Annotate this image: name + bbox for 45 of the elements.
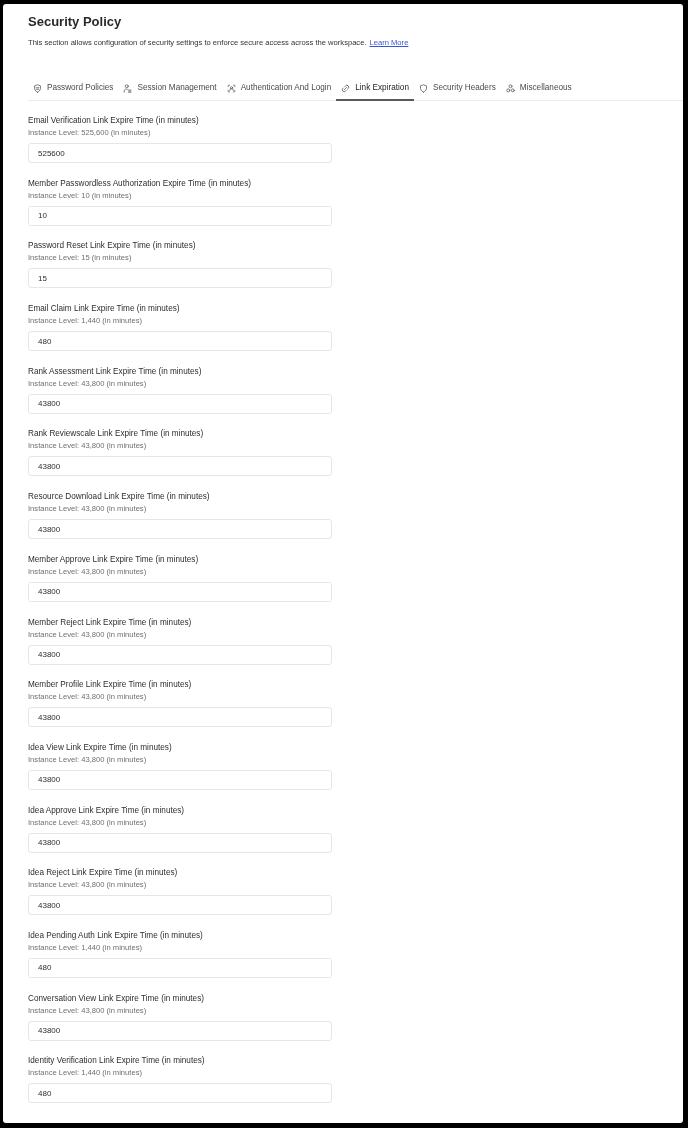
minutes-input[interactable]: 43800: [28, 456, 332, 477]
minutes-input[interactable]: 43800: [28, 769, 332, 790]
field-label: Password Reset Link Expire Time (in minutes): [28, 240, 197, 253]
field-label: Member Passwordless Authorization Expire Time (in minutes): [28, 177, 252, 190]
minutes-input[interactable]: 43800: [28, 707, 332, 728]
field-label: Email Claim Link Expire Time (in minutes): [28, 303, 181, 316]
field-label: Identity Verification Link Expire Time (in minutes): [28, 1055, 206, 1068]
field-label: Resource Download Link Expire Time (in minutes): [28, 491, 211, 504]
link-icon: [341, 83, 351, 93]
settings-tab[interactable]: Password Policies: [28, 76, 119, 101]
field-label: Email Verification Link Expire Time (in minutes): [28, 115, 200, 127]
settings-tab[interactable]: Miscellaneous: [500, 76, 577, 101]
minutes-input[interactable]: 480: [28, 957, 332, 978]
minutes-input[interactable]: 43800: [28, 581, 332, 602]
minutes-input[interactable]: 43800: [28, 1020, 332, 1041]
settings-tab[interactable]: Link Expiration: [336, 76, 414, 101]
face-scan-icon: [226, 83, 236, 93]
minutes-input[interactable]: 43800: [28, 393, 332, 414]
page-title: Security Policy: [28, 14, 123, 30]
field-label: Idea Reject Link Expire Time (in minutes): [28, 867, 179, 880]
field-label: Rank Assessment Link Expire Time (in minutes): [28, 365, 203, 378]
field-label: Member Profile Link Expire Time (in minutes): [28, 679, 193, 692]
circles-icon: [505, 83, 515, 93]
minutes-input[interactable]: 43800: [28, 832, 332, 853]
minutes-input[interactable]: 525600: [28, 143, 332, 163]
user-icon: [123, 83, 133, 93]
shield-icon: [418, 83, 428, 93]
field-label: Idea Pending Auth Link Expire Time (in minutes): [28, 929, 204, 942]
minutes-input[interactable]: 43800: [28, 519, 332, 540]
settings-tab[interactable]: Authentication And Login: [221, 76, 337, 101]
minutes-input[interactable]: 10: [28, 205, 332, 226]
field-label: Conversation View Link Expire Time (in minutes): [28, 992, 205, 1005]
minutes-input[interactable]: 43800: [28, 644, 332, 665]
minutes-input[interactable]: 480: [28, 331, 332, 352]
field-label: Idea View Link Expire Time (in minutes): [28, 741, 173, 754]
field-label: Member Approve Link Expire Time (in minutes): [28, 553, 200, 566]
minutes-input[interactable]: 43800: [28, 895, 332, 916]
shield-icon: [33, 83, 42, 93]
field-label: Rank Reviewscale Link Expire Time (in minutes): [28, 428, 205, 441]
settings-tab[interactable]: Session Management: [118, 76, 222, 101]
field-label: Idea Approve Link Expire Time (in minutes): [28, 804, 186, 817]
settings-tab[interactable]: Security Headers: [413, 76, 501, 101]
minutes-input[interactable]: 480: [28, 1083, 332, 1104]
minutes-input[interactable]: 15: [28, 268, 332, 289]
field-label: Member Reject Link Expire Time (in minutes): [28, 616, 193, 629]
